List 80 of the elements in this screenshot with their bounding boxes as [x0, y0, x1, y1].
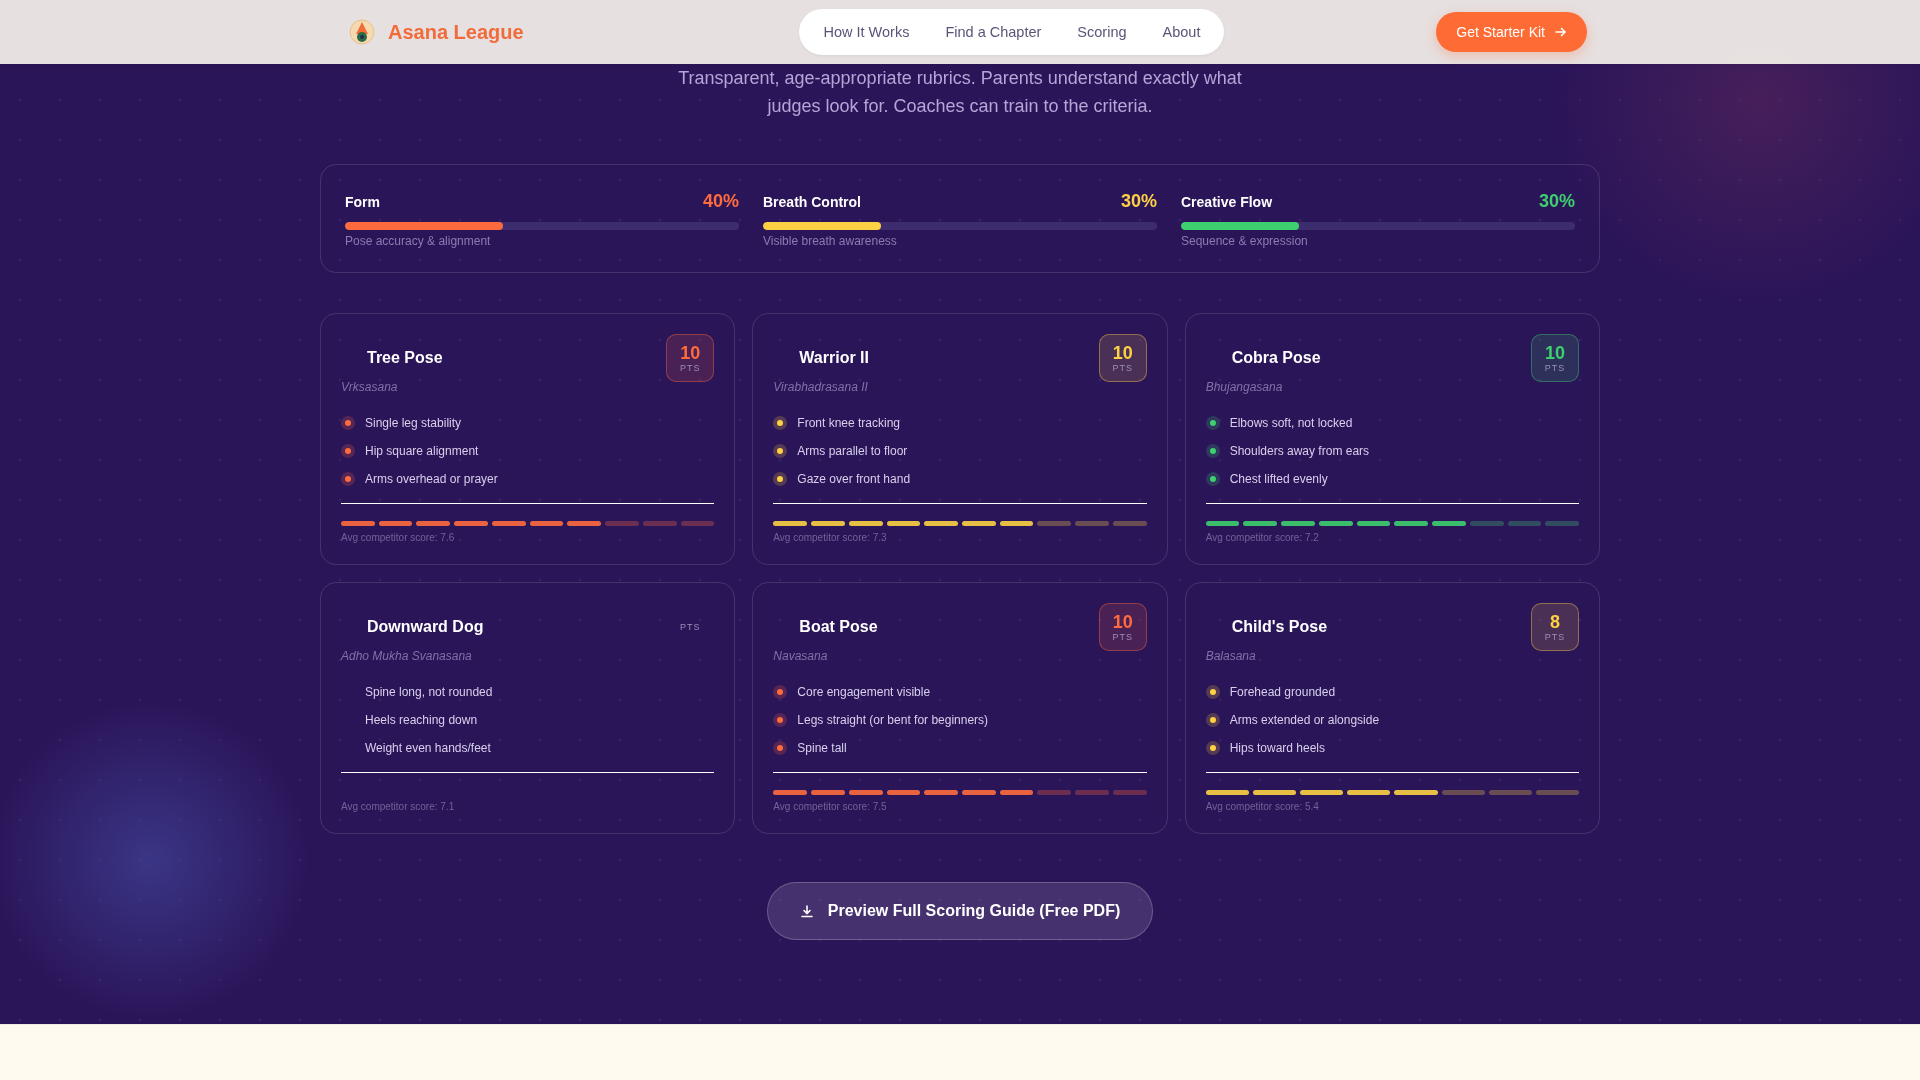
bullet-icon	[341, 443, 355, 458]
points-label: PTS	[680, 622, 701, 632]
criterion-text: Single leg stability	[365, 415, 462, 430]
metric-name: Form	[345, 193, 380, 210]
criterion-text: Elbows soft, not locked	[1229, 415, 1353, 430]
criterion-text: Core engagement visible	[797, 684, 931, 699]
bullet-icon	[773, 740, 788, 755]
bullet-icon	[341, 471, 355, 486]
metric-description: Visible breath awareness	[763, 234, 898, 248]
average-score: Avg competitor score: 7.2	[1205, 532, 1320, 543]
bullet-icon	[1205, 415, 1220, 430]
nav-link[interactable]: Find a Chapter	[945, 24, 1042, 40]
bullet-icon	[1205, 443, 1220, 458]
criterion-text: Spine long, not rounded	[365, 684, 493, 699]
average-score: Avg competitor score: 7.3	[773, 532, 888, 543]
criterion-text: Arms overhead or prayer	[365, 471, 498, 486]
sanskrit-name: Virabhadrasana II	[773, 380, 869, 394]
criterion-text: Hip square alignment	[365, 443, 479, 458]
metric-name: Breath Control	[763, 193, 861, 210]
criterion-text: Forehead grounded	[1229, 684, 1336, 699]
criterion-text: Gaze over front hand	[797, 471, 911, 486]
metric-percent: 40%	[702, 191, 739, 212]
points-value: 10	[1112, 343, 1133, 363]
sanskrit-name: Navasana	[773, 649, 829, 663]
nav-link[interactable]: How It Works	[823, 24, 910, 40]
arrow-icon	[1555, 26, 1567, 38]
download-icon	[799, 904, 814, 918]
points-value: 10	[1112, 612, 1133, 632]
metric-description: Sequence & expression	[1181, 234, 1309, 248]
guide-button[interactable]: Preview Full Scoring Guide (Free PDF)	[766, 882, 1154, 940]
bullet-icon	[1205, 471, 1220, 486]
points-label: PTS	[1544, 363, 1566, 373]
pose-name: Cobra Pose	[1231, 349, 1321, 367]
bullet-icon	[773, 712, 788, 727]
points-label: PTS	[680, 363, 701, 373]
metric-description: Pose accuracy & alignment	[345, 234, 492, 248]
bullet-icon	[773, 415, 788, 430]
logo-icon	[348, 18, 376, 46]
criterion-text: Spine tall	[797, 740, 847, 755]
metric-percent: 30%	[1120, 191, 1157, 212]
criterion-text: Front knee tracking	[797, 415, 901, 430]
points-label: PTS	[1112, 632, 1133, 642]
criterion-text: Shoulders away from ears	[1229, 443, 1370, 458]
average-score: Avg competitor score: 7.6	[341, 532, 456, 543]
pose-name: Boat Pose	[799, 618, 878, 636]
intro-text: Transparent, age-appropriate rubrics. Parents understand exactly what judges look for. Coaches can train to the criteria.	[677, 67, 1243, 118]
sanskrit-name: Balasana	[1205, 649, 1257, 663]
criterion-text: Arms extended or alongside	[1229, 712, 1380, 727]
nav-link[interactable]: About	[1162, 24, 1201, 40]
bullet-icon	[773, 471, 788, 486]
average-score: Avg competitor score: 7.1	[341, 801, 456, 812]
criterion-text: Hips toward heels	[1229, 740, 1326, 755]
sanskrit-name: Bhujangasana	[1205, 380, 1284, 394]
pose-name: Downward Dog	[367, 618, 484, 636]
criterion-text: Chest lifted evenly	[1229, 471, 1328, 486]
sanskrit-name: Vrksasana	[341, 380, 399, 394]
bullet-icon	[1205, 684, 1220, 699]
pose-name: Tree Pose	[367, 349, 443, 367]
bullet-icon	[341, 415, 355, 430]
criterion-text: Legs straight (or bent for beginners)	[797, 712, 989, 727]
average-score: Avg competitor score: 7.5	[773, 801, 888, 812]
bullet-icon	[773, 684, 788, 699]
points-value: 10	[680, 343, 701, 363]
criterion-text: Weight even hands/feet	[365, 740, 491, 755]
bullet-icon	[1205, 712, 1220, 727]
pose-name: Child's Pose	[1231, 618, 1328, 636]
points-value: 10	[1545, 343, 1565, 363]
criterion-text: Arms parallel to floor	[797, 443, 908, 458]
sanskrit-name: Adho Mukha Svanasana	[341, 649, 473, 663]
nav-link[interactable]: Scoring	[1077, 24, 1127, 40]
average-score: Avg competitor score: 5.4	[1205, 801, 1320, 812]
metric-percent: 30%	[1538, 191, 1575, 212]
points-value: 8	[1550, 612, 1560, 632]
metric-name: Creative Flow	[1181, 193, 1273, 210]
criterion-text: Heels reaching down	[365, 712, 478, 727]
points-label: PTS	[1112, 363, 1133, 373]
points-label: PTS	[1544, 632, 1566, 642]
pose-name: Warrior II	[799, 349, 869, 367]
bullet-icon	[1205, 740, 1220, 755]
bullet-icon	[773, 443, 788, 458]
